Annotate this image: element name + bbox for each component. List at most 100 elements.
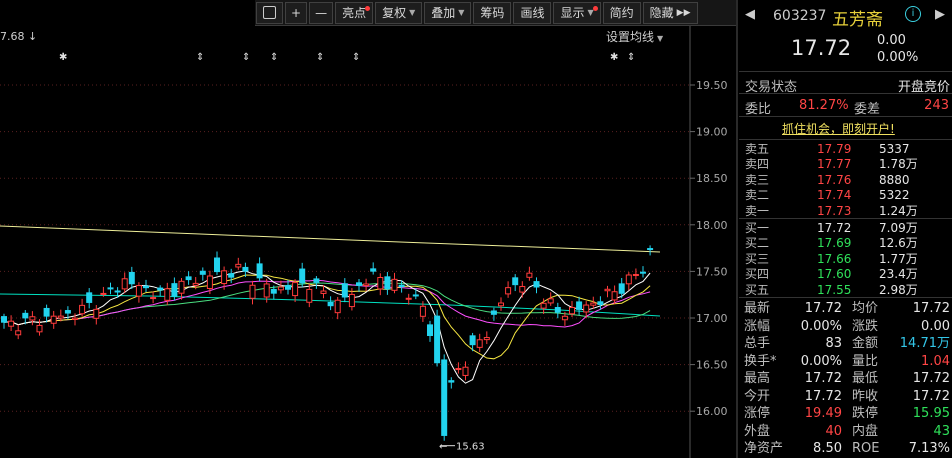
toolbar-item-button[interactable]: 筹码 bbox=[473, 1, 512, 24]
ma5-line bbox=[3, 270, 651, 384]
book-row: 买五 17.55 2.98万 bbox=[739, 283, 952, 297]
stat-value: 0.00% bbox=[800, 318, 842, 334]
book-volume: 1.78万 bbox=[879, 157, 918, 172]
book-row: 卖五 17.79 5337 bbox=[739, 142, 952, 156]
zoom-out-button[interactable]: — bbox=[309, 1, 334, 24]
candle-up bbox=[625, 274, 632, 285]
stat-value: 1.04 bbox=[921, 353, 950, 369]
candle-up bbox=[476, 339, 483, 348]
toolbar-item-button[interactable]: 画线 bbox=[513, 1, 552, 24]
toolbar-label: 复权 bbox=[382, 6, 407, 20]
stat-label: 涨跌 bbox=[852, 318, 879, 334]
book-row: 卖二 17.74 5322 bbox=[739, 188, 952, 202]
stat-value: 0.00 bbox=[921, 318, 950, 334]
toolbar-label: 显示 bbox=[560, 6, 585, 20]
book-volume: 12.6万 bbox=[879, 236, 918, 251]
candle-up bbox=[121, 278, 128, 290]
candle-up bbox=[363, 283, 370, 287]
candle-down bbox=[285, 285, 291, 290]
candle-down bbox=[199, 270, 206, 275]
candle-down bbox=[469, 335, 476, 346]
stat-value: 17.72 bbox=[912, 371, 950, 386]
double-arrow-right-icon: ▶▶ bbox=[676, 7, 691, 18]
book-volume: 8880 bbox=[879, 172, 910, 187]
candle-down bbox=[434, 315, 441, 364]
candle-up bbox=[334, 299, 341, 314]
candle-up bbox=[583, 304, 590, 313]
chevron-down-icon: ▼ bbox=[409, 8, 416, 17]
candle-up bbox=[178, 280, 185, 294]
candle-down bbox=[114, 290, 121, 293]
toolbar-label: 简约 bbox=[609, 6, 634, 20]
candle-down bbox=[143, 285, 149, 289]
screenshot-icon bbox=[263, 6, 276, 19]
ratio-value: 81.27% bbox=[799, 98, 849, 113]
candle-up bbox=[72, 317, 78, 320]
book-price: 17.72 bbox=[817, 221, 852, 235]
toolbar-label: 画线 bbox=[520, 6, 545, 20]
candle-down bbox=[341, 283, 348, 298]
event-marker-icon: ⇕ bbox=[316, 52, 324, 63]
candle-up bbox=[455, 368, 462, 371]
chevron-down-icon: ▼ bbox=[657, 34, 664, 43]
stat-value: 17.72 bbox=[912, 388, 950, 404]
promo-link[interactable]: 抓住机会，即刻开户! bbox=[782, 120, 895, 137]
candle-up bbox=[164, 288, 171, 301]
book-volume: 2.98万 bbox=[879, 282, 918, 297]
book-row: 买四 17.60 23.4万 bbox=[739, 267, 952, 281]
stock-code: 603237 bbox=[773, 8, 827, 24]
book-volume: 5337 bbox=[879, 142, 910, 156]
toolbar-item-button[interactable]: 简约 bbox=[602, 1, 641, 24]
book-price: 17.55 bbox=[817, 282, 852, 297]
toolbar-label: 隐藏 bbox=[649, 6, 674, 20]
toolbar-item-button[interactable]: 复权 ▼ bbox=[375, 1, 423, 24]
stat-row: 涨停 19.49 跌停 15.95 bbox=[739, 405, 952, 423]
candle-down bbox=[490, 310, 497, 315]
stat-label: 外盘 bbox=[744, 423, 771, 439]
candle-down bbox=[171, 283, 178, 297]
stat-row: 净资产 8.50 ROE 7.13% bbox=[739, 440, 952, 458]
screenshot-button[interactable] bbox=[256, 1, 283, 24]
candle-down bbox=[356, 282, 362, 286]
kline-chart[interactable]: 19.50 19.00 18.50 18.00 17.50 17.00 16.50 16.00… bbox=[0, 0, 735, 458]
stat-label: 跌停 bbox=[852, 406, 879, 421]
book-volume: 7.09万 bbox=[879, 221, 918, 235]
candle-down bbox=[86, 292, 93, 303]
event-marker-icon: ⇕ bbox=[242, 52, 250, 63]
book-volume: 1.77万 bbox=[879, 251, 918, 266]
book-row: 买一 17.72 7.09万 bbox=[739, 221, 952, 235]
candle-up bbox=[561, 315, 568, 321]
candle-up bbox=[221, 270, 228, 285]
candle-up bbox=[206, 275, 213, 289]
stat-value: 40 bbox=[825, 423, 842, 439]
book-level-label: 卖五 bbox=[745, 142, 770, 156]
candle-up bbox=[100, 292, 107, 295]
stat-row: 涨幅 0.00% 涨跌 0.00 bbox=[739, 318, 952, 336]
double-arrow-right-button[interactable]: 隐藏 ▶▶ bbox=[642, 1, 698, 24]
candle-down bbox=[448, 380, 455, 383]
candle-up bbox=[462, 366, 469, 376]
toolbar-item-button[interactable]: 叠加 ▼ bbox=[424, 1, 472, 24]
candle-up bbox=[526, 272, 533, 278]
stat-value: 17.72 bbox=[804, 301, 842, 316]
ma-settings-label[interactable]: 设置均线 bbox=[606, 30, 654, 44]
candle-down bbox=[647, 248, 654, 251]
toolbar-label: — bbox=[315, 5, 328, 20]
candle-down bbox=[441, 359, 448, 436]
candle-up bbox=[604, 288, 611, 292]
nav-right-arrow-icon[interactable]: ▶ bbox=[935, 7, 945, 22]
candle-up bbox=[29, 316, 36, 321]
stat-label: ROE bbox=[852, 441, 880, 456]
event-marker-icon: ⇕ bbox=[627, 52, 635, 63]
stat-label: 昨收 bbox=[852, 388, 879, 404]
nav-left-arrow-icon[interactable]: ◀ bbox=[745, 7, 755, 22]
book-level-label: 买四 bbox=[745, 267, 770, 282]
info-icon[interactable]: i bbox=[905, 6, 921, 22]
toolbar-item-button[interactable]: 显示 ▼ bbox=[553, 1, 601, 24]
candle-up bbox=[590, 302, 597, 306]
stat-value: 19.49 bbox=[804, 406, 842, 421]
candle-down bbox=[256, 263, 263, 279]
event-star-icon: ✱ bbox=[59, 52, 67, 63]
zoom-in-button[interactable]: + bbox=[285, 1, 308, 24]
toolbar-item-button[interactable]: 亮点 bbox=[335, 1, 374, 24]
